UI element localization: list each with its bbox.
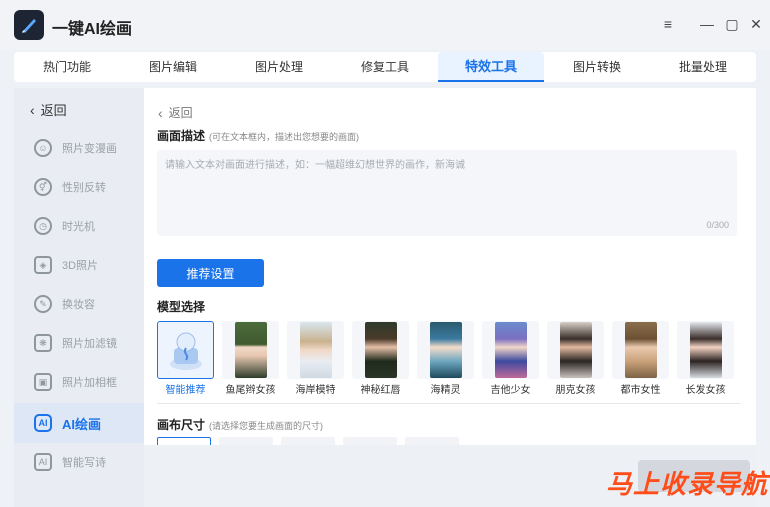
sidebar-back-label: 返回 [40, 103, 67, 118]
makeup-icon: ✎ [34, 295, 52, 313]
model-label: 吉他少女 [490, 385, 531, 396]
sidebar-item-label: 照片变漫画 [62, 143, 117, 155]
model-thumbnail [547, 321, 604, 379]
sidebar-item-ai-paint[interactable]: AI AI绘画 [14, 403, 144, 443]
model-label: 神秘红唇 [360, 385, 401, 396]
canvas-section-title: 画布尺寸 (请选择您要生成画面的尺寸) [157, 416, 323, 433]
model-label: 鱼尾辫女孩 [225, 385, 276, 396]
frame-icon: ▣ [34, 373, 52, 391]
sidebar-item-label: 性别反转 [62, 182, 106, 194]
model-item[interactable]: 都市女性 [612, 321, 669, 401]
model-thumbnail [677, 321, 734, 379]
model-label: 海精灵 [430, 385, 461, 396]
description-input[interactable] [157, 150, 737, 236]
smart-recommend-icon [157, 321, 214, 379]
main-back-button[interactable]: ‹ 返回 [158, 104, 193, 121]
close-button[interactable]: ✕ [746, 14, 766, 34]
sidebar-item-label: 换妆容 [62, 299, 95, 311]
sidebar-item-3d-photo[interactable]: ◈ 3D照片 [14, 247, 144, 283]
canvas-size-options [157, 437, 459, 445]
sidebar-item-label: 时光机 [62, 221, 95, 233]
char-counter: 0/300 [706, 220, 729, 230]
model-thumbnail [417, 321, 474, 379]
description-section-title: 画面描述 (可在文本框内，描述出您想要的画面) [157, 127, 359, 144]
description-box: 0/300 [157, 150, 737, 236]
model-thumbnail [352, 321, 409, 379]
title-bar: 一键AI绘画 ≡ — ▢ ✕ [0, 0, 770, 50]
tab-hot-features[interactable]: 热门功能 [14, 52, 120, 82]
model-label: 都市女性 [620, 385, 661, 396]
model-label: 朋克女孩 [555, 385, 596, 396]
layers-icon: ◈ [34, 256, 52, 274]
main-back-label: 返回 [168, 106, 193, 120]
sidebar-item-ai-poem[interactable]: AI 智能写诗 [14, 444, 144, 480]
model-item[interactable]: 朋克女孩 [547, 321, 604, 401]
sidebar-item-gender-swap[interactable]: ⚥ 性别反转 [14, 169, 144, 205]
model-label: 长发女孩 [685, 385, 726, 396]
model-label: 智能推荐 [165, 385, 206, 396]
sidebar-item-label: 3D照片 [62, 260, 99, 272]
model-thumbnail [612, 321, 669, 379]
sidebar-item-label: 照片加滤镜 [62, 338, 117, 350]
tab-batch-process[interactable]: 批量处理 [650, 52, 756, 82]
canvas-size-option[interactable] [157, 437, 211, 445]
sidebar: ‹ 返回 ☺ 照片变漫画 ⚥ 性别反转 ◷ 时光机 ◈ 3D照片 ✎ 换妆容 ❋… [14, 88, 144, 507]
canvas-hint: (请选择您要生成画面的尺寸) [209, 421, 324, 431]
canvas-size-option[interactable] [405, 437, 459, 445]
model-thumbnail [222, 321, 279, 379]
tab-image-process[interactable]: 图片处理 [226, 52, 332, 82]
clock-icon: ◷ [34, 217, 52, 235]
maximize-button[interactable]: ▢ [722, 14, 742, 34]
sidebar-item-label: 智能写诗 [62, 457, 106, 469]
sidebar-back-button[interactable]: ‹ 返回 [30, 100, 67, 119]
model-item-smart[interactable]: 智能推荐 [157, 321, 214, 401]
model-thumbnail [287, 321, 344, 379]
watermark-text: 马上收录导航 [605, 469, 768, 499]
model-label: 海岸模特 [295, 385, 336, 396]
description-hint: (可在文本框内，描述出您想要的画面) [209, 132, 360, 142]
sidebar-item-time-machine[interactable]: ◷ 时光机 [14, 208, 144, 244]
tab-image-convert[interactable]: 图片转换 [544, 52, 650, 82]
sidebar-item-label: AI绘画 [62, 416, 102, 432]
filter-icon: ❋ [34, 334, 52, 352]
app-title: 一键AI绘画 [52, 21, 133, 38]
model-item[interactable]: 海岸模特 [287, 321, 344, 401]
ai-poem-icon: AI [34, 453, 52, 471]
description-title: 画面描述 [157, 129, 206, 143]
sidebar-item-cartoon[interactable]: ☺ 照片变漫画 [14, 130, 144, 166]
model-item[interactable]: 吉他少女 [482, 321, 539, 401]
chevron-left-icon: ‹ [158, 104, 163, 121]
model-thumbnail [482, 321, 539, 379]
model-item[interactable]: 长发女孩 [677, 321, 734, 401]
model-section-title: 模型选择 [157, 300, 206, 314]
canvas-size-option[interactable] [281, 437, 335, 445]
chevron-left-icon: ‹ [30, 101, 35, 118]
tab-image-edit[interactable]: 图片编辑 [120, 52, 226, 82]
sidebar-item-filter[interactable]: ❋ 照片加滤镜 [14, 325, 144, 361]
tab-effect-tools[interactable]: 特效工具 [438, 52, 544, 82]
model-list: 智能推荐 鱼尾辫女孩 海岸模特 神秘红唇 海精灵 吉他少女 朋克女孩 都市女性 [157, 321, 747, 401]
section-divider [157, 403, 740, 404]
canvas-size-option[interactable] [219, 437, 273, 445]
sidebar-item-frame[interactable]: ▣ 照片加相框 [14, 364, 144, 400]
model-item[interactable]: 海精灵 [417, 321, 474, 401]
sidebar-item-label: 照片加相框 [62, 377, 117, 389]
top-tab-bar: 热门功能 图片编辑 图片处理 修复工具 特效工具 图片转换 批量处理 [14, 52, 756, 82]
app-logo-icon [14, 10, 44, 40]
canvas-title: 画布尺寸 [157, 418, 206, 432]
minimize-button[interactable]: — [697, 14, 717, 34]
sidebar-item-makeup[interactable]: ✎ 换妆容 [14, 286, 144, 322]
menu-icon[interactable]: ≡ [658, 14, 678, 34]
canvas-size-option[interactable] [343, 437, 397, 445]
model-item[interactable]: 鱼尾辫女孩 [222, 321, 279, 401]
tab-repair-tools[interactable]: 修复工具 [332, 52, 438, 82]
main-panel: ‹ 返回 画面描述(可在文本框内，描述出您想要的画面) 0/300 推荐设置 模… [144, 88, 756, 445]
cartoon-face-icon: ☺ [34, 139, 52, 157]
ai-icon: AI [34, 414, 52, 432]
recommend-settings-button[interactable]: 推荐设置 [157, 259, 264, 287]
model-item[interactable]: 神秘红唇 [352, 321, 409, 401]
gender-icon: ⚥ [34, 178, 52, 196]
